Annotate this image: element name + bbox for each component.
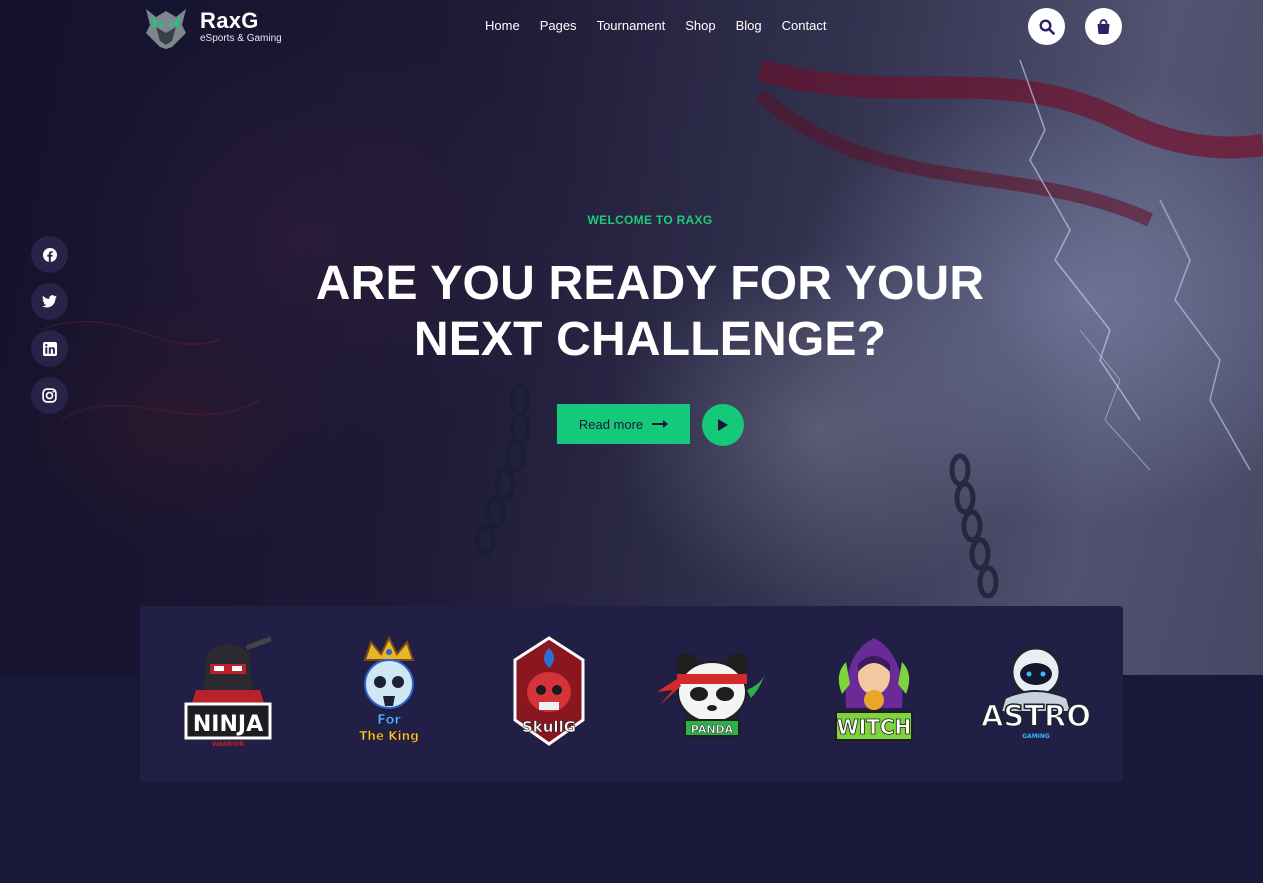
panda-mascot-icon: PANDA (657, 653, 765, 737)
king-skull-mascot-icon: For The King (359, 635, 419, 743)
skull-mascot-icon: SkullG (513, 636, 585, 746)
site-header: RaxG eSports & Gaming Home Pages Tournam… (0, 0, 1263, 52)
hero-headline: ARE YOU READY FOR YOUR NEXT CHALLENGE? (0, 256, 1263, 368)
brand-name: RaxG (200, 7, 259, 33)
hero-headline-line1: ARE YOU READY FOR YOUR (315, 257, 985, 310)
skullg-logo-text: SkullG (522, 718, 576, 736)
sponsor-logo-for-the-king[interactable]: For The King (353, 634, 425, 754)
shopping-bag-icon (1097, 18, 1110, 34)
instagram-link[interactable] (31, 377, 68, 414)
hero-headline-line2: NEXT CHALLENGE? (413, 313, 887, 366)
king-logo-text-1: For (377, 713, 401, 728)
astro-logo-text: ASTRO (981, 699, 1091, 733)
sponsor-logo-ninja[interactable]: NINJA WARRIOR (180, 634, 276, 754)
ninja-logo-text: NINJA (193, 712, 263, 737)
instagram-icon (42, 388, 57, 403)
brand-tagline: eSports & Gaming (200, 32, 282, 44)
brand-logo[interactable]: RaxG eSports & Gaming (142, 3, 292, 51)
nav-item-tournament[interactable]: Tournament (597, 18, 666, 34)
witch-logo-text: WITCH (837, 715, 912, 739)
nav-item-contact[interactable]: Contact (782, 18, 827, 34)
panda-logo-text: PANDA (691, 723, 734, 736)
main-nav: Home Pages Tournament Shop Blog Contact (485, 18, 846, 34)
astro-logo-subtext: GAMING (1022, 733, 1050, 740)
nav-item-shop[interactable]: Shop (685, 18, 715, 34)
read-more-label: Read more (578, 416, 644, 432)
sponsor-logo-witch[interactable]: WITCH (828, 634, 920, 754)
sponsor-logo-panda[interactable]: PANDA (655, 634, 769, 754)
search-icon (1038, 18, 1055, 35)
astronaut-mascot-icon: ASTRO GAMING (980, 646, 1092, 740)
king-logo-text-2: The King (359, 729, 419, 743)
witch-mascot-icon: WITCH (835, 638, 913, 741)
read-more-button[interactable]: Read more (557, 404, 690, 444)
arrow-right-icon (652, 420, 669, 428)
nav-item-blog[interactable]: Blog (736, 18, 762, 34)
play-video-button[interactable] (702, 404, 744, 446)
nav-item-pages[interactable]: Pages (540, 18, 577, 34)
cart-button[interactable] (1085, 8, 1122, 45)
hero-kicker: WELCOME TO RAXG (587, 213, 713, 227)
nav-item-home[interactable]: Home (485, 18, 520, 34)
sponsor-logo-astro[interactable]: ASTRO GAMING (979, 634, 1093, 754)
sponsor-logo-skullg[interactable]: SkullG (507, 634, 591, 754)
search-button[interactable] (1028, 8, 1065, 45)
wolf-logo-icon (146, 9, 186, 49)
ninja-mascot-icon: NINJA WARRIOR (184, 636, 272, 748)
play-icon (718, 419, 728, 431)
ninja-logo-subtext: WARRIOR (212, 741, 245, 748)
sponsor-logos-panel: NINJA WARRIOR For The King SkullG PANDA … (140, 606, 1123, 782)
